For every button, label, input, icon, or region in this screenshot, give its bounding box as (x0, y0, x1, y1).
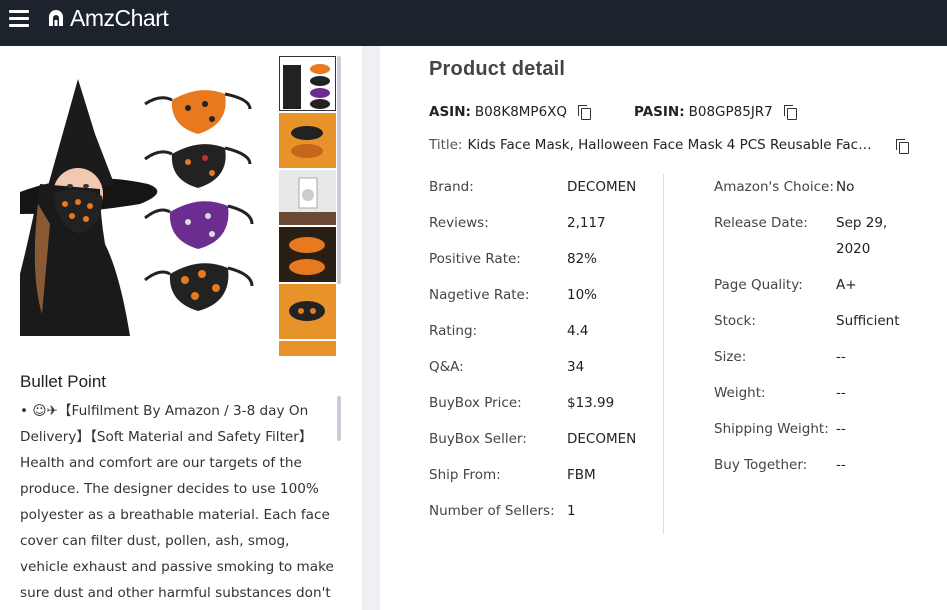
detail-row-stock: Stock: Sufficient (714, 308, 944, 344)
menu-icon[interactable] (9, 10, 29, 27)
title-value: Kids Face Mask, Halloween Face Mask 4 PC… (467, 137, 873, 153)
detail-row-nagetive-rate: Nagetive Rate: 10% (429, 282, 659, 318)
top-bar: AmzChart (0, 0, 947, 46)
detail-value: A+ (836, 277, 857, 293)
detail-value: -- (836, 349, 846, 365)
detail-value: 4.4 (567, 323, 589, 339)
asin-row: ASIN: B08K8MP6XQ PASIN: B08GP85JR7 (429, 104, 797, 120)
bullet-point-text: • ☺✈【Fulfilment By Amazon / 3-8 day On D… (20, 403, 334, 601)
detail-value: 34 (567, 359, 585, 375)
logo-text: AmzChart (70, 4, 169, 31)
detail-row-size: Size: -- (714, 344, 944, 380)
asin-value: B08K8MP6XQ (474, 104, 568, 120)
detail-label: Nagetive Rate: (429, 287, 530, 303)
thumbnail[interactable] (279, 341, 336, 356)
detail-label: Buy Together: (714, 457, 808, 473)
detail-row-buy-together: Buy Together: -- (714, 452, 944, 488)
detail-row-positive-rate: Positive Rate: 82% (429, 246, 659, 282)
asin-label: ASIN: (429, 104, 471, 120)
detail-row-buybox-seller: BuyBox Seller: DECOMEN (429, 426, 659, 462)
detail-value: -- (836, 457, 846, 473)
detail-row-rating: Rating: 4.4 (429, 318, 659, 354)
detail-value: $13.99 (567, 395, 615, 411)
detail-value: FBM (567, 467, 596, 483)
detail-label: Positive Rate: (429, 251, 521, 267)
thumbnail-strip[interactable] (279, 56, 336, 356)
detail-label: BuyBox Price: (429, 395, 522, 411)
pasin-value: B08GP85JR7 (688, 104, 773, 120)
copy-asin-icon[interactable] (578, 105, 592, 120)
product-detail-panel: Product detail ASIN: B08K8MP6XQ PASIN: B… (380, 46, 947, 610)
detail-row-ship-from: Ship From: FBM (429, 462, 659, 498)
detail-label: Brand: (429, 179, 474, 195)
detail-value: Sep 29, 2020 (836, 215, 888, 257)
thumbnail[interactable] (279, 227, 336, 282)
main-product-image[interactable] (20, 74, 275, 336)
thumbnail[interactable] (279, 170, 336, 225)
detail-value: 2,117 (567, 215, 606, 231)
detail-label: Weight: (714, 385, 766, 401)
detail-row-reviews: Reviews: 2,117 (429, 210, 659, 246)
detail-label: Page Quality: (714, 277, 803, 293)
detail-label: BuyBox Seller: (429, 431, 527, 447)
detail-row-brand: Brand: DECOMEN (429, 174, 659, 210)
detail-label: Ship From: (429, 467, 501, 483)
detail-value: -- (836, 421, 846, 437)
amzchart-logo-icon (49, 10, 63, 26)
logo[interactable]: AmzChart (46, 4, 169, 31)
bullet-point-heading: Bullet Point (20, 372, 106, 391)
title-label: Title: (429, 137, 463, 153)
detail-label: Amazon's Choice: (714, 179, 834, 195)
detail-value: DECOMEN (567, 431, 637, 447)
detail-label: Release Date: (714, 215, 808, 231)
column-divider (663, 174, 664, 534)
thumbnail-scrollbar[interactable] (337, 56, 341, 284)
detail-row-buybox-price: BuyBox Price: $13.99 (429, 390, 659, 426)
panel-divider (362, 46, 380, 610)
detail-value: -- (836, 385, 846, 401)
detail-value: DECOMEN (567, 179, 637, 195)
detail-label: Rating: (429, 323, 478, 339)
detail-row-q-a: Q&A: 34 (429, 354, 659, 390)
thumbnail[interactable] (279, 284, 336, 339)
page-title: Product detail (429, 58, 566, 80)
detail-row-weight: Weight: -- (714, 380, 944, 416)
detail-label: Q&A: (429, 359, 464, 375)
detail-row-page-quality: Page Quality: A+ (714, 272, 944, 308)
thumbnail[interactable] (279, 113, 336, 168)
detail-column-left: Brand: DECOMEN Reviews: 2,117 Positive Rate:… (429, 174, 659, 534)
detail-value: 82% (567, 251, 598, 267)
detail-label: Size: (714, 349, 747, 365)
detail-label: Stock: (714, 313, 756, 329)
pasin-label: PASIN: (634, 104, 685, 120)
copy-title-icon[interactable] (896, 139, 909, 154)
detail-value: 10% (567, 287, 598, 303)
title-row: Title: Kids Face Mask, Halloween Face Ma… (429, 137, 899, 153)
detail-label: Shipping Weight: (714, 421, 829, 437)
detail-row-release-date: Release Date: Sep 29, 2020 (714, 210, 944, 272)
detail-column-right: Amazon's Choice: No Release Date: Sep 29, 2… (714, 174, 944, 488)
product-gallery-panel: Bullet Point • ☺✈【Fulfilment By Amazon /… (0, 46, 362, 610)
copy-pasin-icon[interactable] (783, 105, 797, 120)
detail-row-shipping-weight: Shipping Weight: -- (714, 416, 944, 452)
detail-value: Sufficient (836, 313, 900, 329)
detail-value: No (836, 179, 855, 195)
thumbnail[interactable] (279, 56, 336, 111)
detail-row-amazon-s-choice: Amazon's Choice: No (714, 174, 944, 210)
bullet-scrollbar[interactable] (337, 396, 341, 441)
detail-label: Number of Sellers: (429, 503, 555, 519)
detail-value: 1 (567, 503, 576, 519)
detail-row-number-of-sellers: Number of Sellers: 1 (429, 498, 659, 534)
detail-label: Reviews: (429, 215, 489, 231)
